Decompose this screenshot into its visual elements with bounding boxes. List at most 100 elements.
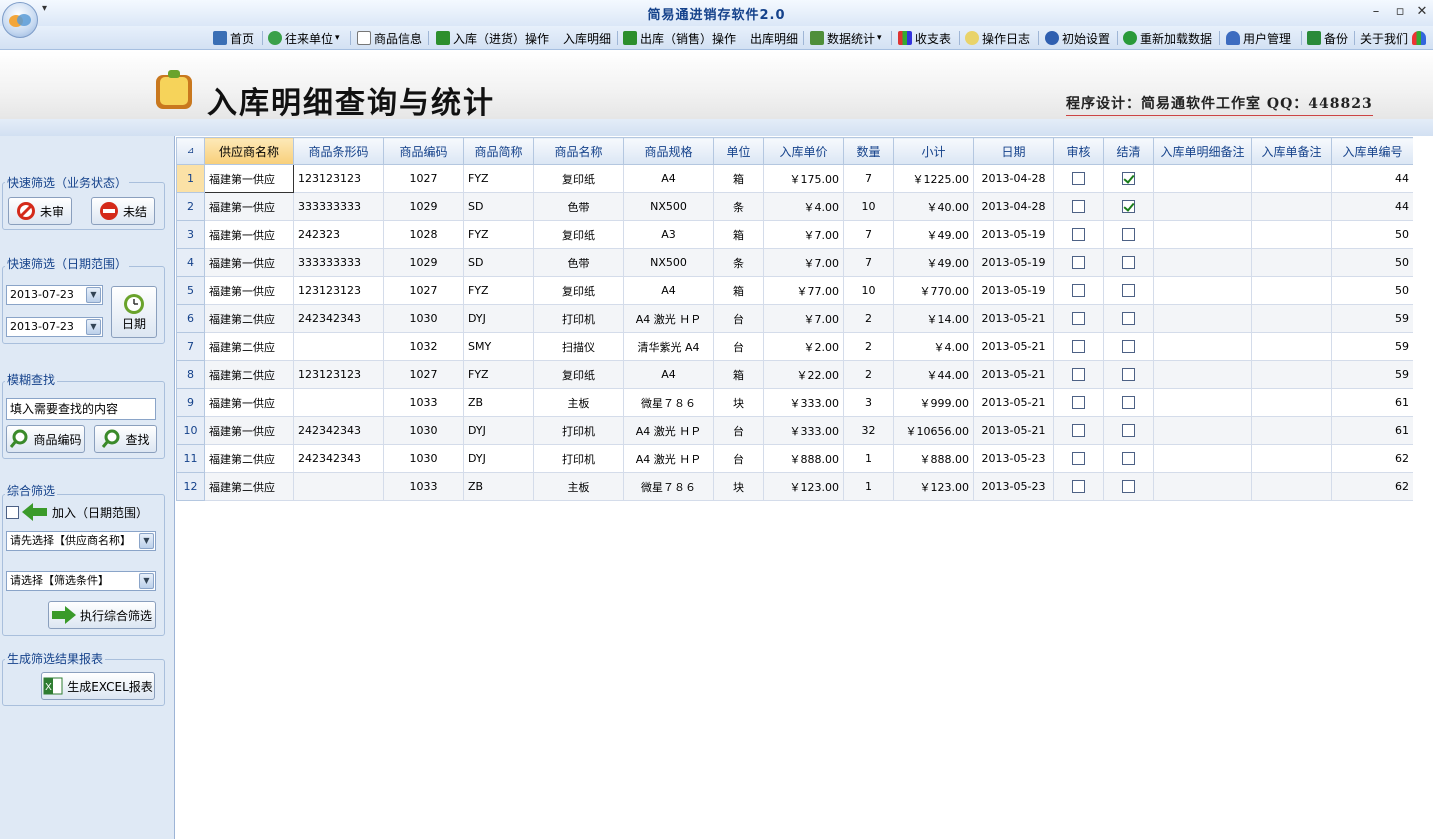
cell-price[interactable]: ￥77.00	[763, 276, 844, 305]
cell-audit[interactable]	[1053, 220, 1104, 249]
cell-supplier[interactable]: 福建第一供应	[204, 276, 294, 305]
cell-detail-note[interactable]	[1153, 248, 1252, 277]
cell-subtotal[interactable]: ￥44.00	[893, 360, 974, 389]
row-number[interactable]: 2	[176, 192, 205, 221]
cell-audit[interactable]	[1053, 416, 1104, 445]
settled-checkbox[interactable]	[1122, 340, 1135, 354]
settled-checkbox[interactable]	[1122, 424, 1135, 438]
cell-subtotal[interactable]: ￥1225.00	[893, 164, 974, 193]
cell-order-note[interactable]	[1251, 332, 1332, 361]
cell-spec[interactable]: NX500	[623, 248, 714, 277]
cell-barcode[interactable]: 242323	[293, 220, 384, 249]
cell-date[interactable]: 2013-05-21	[973, 388, 1054, 417]
cell-date[interactable]: 2013-05-21	[973, 360, 1054, 389]
toolbar-stats[interactable]: 数据统计 ▾	[810, 29, 882, 47]
cell-code[interactable]: 1030	[383, 444, 464, 473]
cell-abbr[interactable]: ZB	[463, 472, 534, 501]
cell-order-note[interactable]	[1251, 304, 1332, 333]
cell-code[interactable]: 1027	[383, 360, 464, 389]
cell-barcode[interactable]	[293, 332, 384, 361]
cell-audit[interactable]	[1053, 276, 1104, 305]
cell-spec[interactable]: A4	[623, 164, 714, 193]
cell-date[interactable]: 2013-05-21	[973, 416, 1054, 445]
chevron-down-icon[interactable]: ▼	[86, 319, 101, 335]
toolbar-init[interactable]: 初始设置	[1045, 29, 1110, 47]
row-number[interactable]: 6	[176, 304, 205, 333]
cell-name[interactable]: 复印纸	[533, 220, 624, 249]
audit-checkbox[interactable]	[1072, 396, 1085, 410]
col-header-price[interactable]: 入库单价	[763, 137, 844, 165]
cell-detail-note[interactable]	[1153, 276, 1252, 305]
unsettled-button[interactable]: 未结	[91, 197, 155, 225]
audit-checkbox[interactable]	[1072, 452, 1085, 466]
settled-checkbox[interactable]	[1122, 172, 1135, 186]
cell-abbr[interactable]: SD	[463, 248, 534, 277]
cell-barcode[interactable]: 242342343	[293, 444, 384, 473]
cell-code[interactable]: 1033	[383, 472, 464, 501]
cell-qty[interactable]: 2	[843, 332, 894, 361]
row-number[interactable]: 12	[176, 472, 205, 501]
settled-checkbox[interactable]	[1122, 284, 1135, 298]
cell-date[interactable]: 2013-04-28	[973, 164, 1054, 193]
cell-name[interactable]: 复印纸	[533, 360, 624, 389]
cell-code[interactable]: 1033	[383, 388, 464, 417]
cell-barcode[interactable]: 333333333	[293, 192, 384, 221]
cell-spec[interactable]: A4 激光 ＨＰ	[623, 304, 714, 333]
cell-supplier[interactable]: 福建第一供应	[204, 192, 294, 221]
cell-abbr[interactable]: FYZ	[463, 220, 534, 249]
cell-audit[interactable]	[1053, 332, 1104, 361]
cell-abbr[interactable]: FYZ	[463, 360, 534, 389]
cell-spec[interactable]: A4	[623, 276, 714, 305]
col-header-date[interactable]: 日期	[973, 137, 1054, 165]
cell-order-note[interactable]	[1251, 444, 1332, 473]
cell-abbr[interactable]: FYZ	[463, 276, 534, 305]
cell-date[interactable]: 2013-05-23	[973, 472, 1054, 501]
cell-audit[interactable]	[1053, 472, 1104, 501]
cell-barcode[interactable]	[293, 388, 384, 417]
cell-abbr[interactable]: SD	[463, 192, 534, 221]
cell-subtotal[interactable]: ￥10656.00	[893, 416, 974, 445]
cell-barcode[interactable]: 123123123	[293, 360, 384, 389]
cell-qty[interactable]: 7	[843, 248, 894, 277]
toolbar-finance[interactable]: 收支表	[898, 29, 951, 47]
search-by-code-button[interactable]: 商品编码	[6, 425, 85, 453]
cell-order-no[interactable]: 59	[1331, 332, 1414, 361]
cell-qty[interactable]: 7	[843, 220, 894, 249]
col-header-abbr[interactable]: 商品简称	[463, 137, 534, 165]
row-number[interactable]: 7	[176, 332, 205, 361]
cell-unit[interactable]: 条	[713, 248, 764, 277]
cell-price[interactable]: ￥7.00	[763, 304, 844, 333]
table-row[interactable]: 4 福建第一供应 333333333 1029 SD 色带 NX500 条 ￥7.00 7 ￥49.…	[176, 248, 1414, 277]
cell-order-note[interactable]	[1251, 388, 1332, 417]
chevron-down-icon[interactable]: ▼	[86, 287, 101, 303]
close-button[interactable]: ✕	[1412, 4, 1432, 19]
cell-name[interactable]: 打印机	[533, 416, 624, 445]
col-header-order-note[interactable]: 入库单备注	[1251, 137, 1332, 165]
settled-checkbox[interactable]	[1122, 200, 1135, 214]
cell-settled[interactable]	[1103, 332, 1154, 361]
chevron-down-icon[interactable]: ▼	[139, 533, 154, 549]
cell-subtotal[interactable]: ￥888.00	[893, 444, 974, 473]
cell-qty[interactable]: 2	[843, 304, 894, 333]
audit-checkbox[interactable]	[1072, 172, 1085, 186]
cell-settled[interactable]	[1103, 472, 1154, 501]
cell-date[interactable]: 2013-05-21	[973, 332, 1054, 361]
cell-order-note[interactable]	[1251, 192, 1332, 221]
cell-order-note[interactable]	[1251, 360, 1332, 389]
cell-subtotal[interactable]: ￥49.00	[893, 248, 974, 277]
cell-subtotal[interactable]: ￥49.00	[893, 220, 974, 249]
row-number[interactable]: 11	[176, 444, 205, 473]
cell-code[interactable]: 1029	[383, 248, 464, 277]
cell-unit[interactable]: 箱	[713, 164, 764, 193]
cell-barcode[interactable]: 242342343	[293, 304, 384, 333]
cell-barcode[interactable]: 123123123	[293, 164, 384, 193]
cell-spec[interactable]: 清华紫光 A4	[623, 332, 714, 361]
cell-name[interactable]: 复印纸	[533, 164, 624, 193]
toolbar-stock-out-detail[interactable]: 出库明细	[750, 29, 798, 47]
cell-unit[interactable]: 台	[713, 416, 764, 445]
cell-detail-note[interactable]	[1153, 360, 1252, 389]
cell-settled[interactable]	[1103, 164, 1154, 193]
audit-checkbox[interactable]	[1072, 200, 1085, 214]
col-header-code[interactable]: 商品编码	[383, 137, 464, 165]
table-row[interactable]: 1 福建第一供应 123123123 1027 FYZ 复印纸 A4 箱 ￥175.00 7 ￥12…	[176, 164, 1414, 193]
